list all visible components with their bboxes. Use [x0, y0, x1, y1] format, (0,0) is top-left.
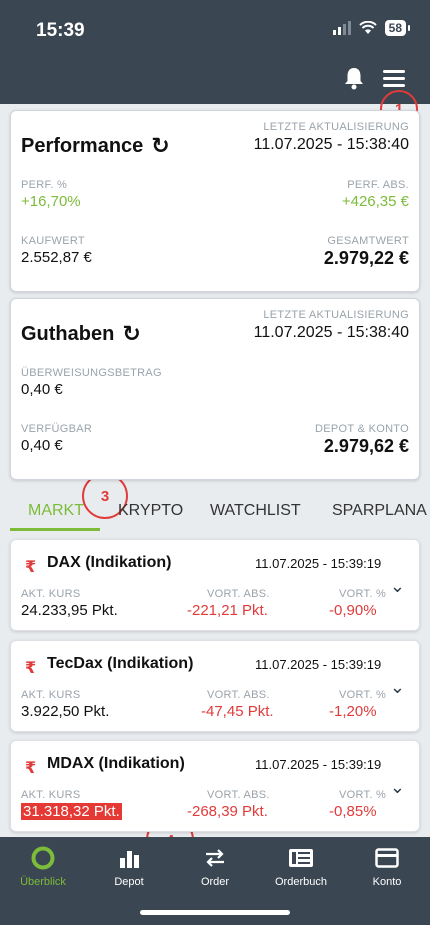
bar-chart-icon: [120, 851, 139, 868]
kurs-highlight: 31.318,32 Pkt.: [21, 803, 122, 820]
tab-markt[interactable]: MARKT: [28, 502, 84, 520]
performance-title: Performance: [21, 134, 144, 157]
kurs-value: 31.318,32 Pkt.: [21, 803, 122, 820]
index-card-tecdax[interactable]: ₹ TecDax (Indikation) 11.07.2025 - 15:39…: [10, 640, 420, 732]
perf-abs-value: +426,35 €: [341, 193, 409, 210]
vort-pct-value: -0,85%: [329, 803, 377, 820]
index-logo-icon: ₹: [25, 559, 37, 576]
tab-watchlist[interactable]: WATCHLIST: [210, 502, 301, 520]
bell-icon[interactable]: [340, 64, 368, 92]
index-card-mdax[interactable]: ₹ MDAX (Indikation) 11.07.2025 - 15:39:1…: [10, 740, 420, 832]
transfer-arrows-icon: [206, 849, 224, 867]
index-name: DAX (Indikation): [47, 554, 172, 571]
menu-icon[interactable]: [380, 64, 408, 92]
vort-abs-value: -47,45 Pkt.: [201, 703, 274, 720]
vort-abs-label: VORT. ABS.: [207, 588, 270, 600]
perf-abs-label: PERF. ABS.: [347, 179, 409, 191]
vort-abs-value: -221,21 Pkt.: [187, 602, 268, 619]
last-update-label: LETZTE AKTUALISIERUNG: [263, 309, 409, 321]
tabbar-label: Konto: [372, 876, 402, 888]
tabbar-item-depot[interactable]: Depot: [86, 845, 172, 888]
kaufwert-label: KAUFWERT: [21, 235, 85, 247]
refresh-icon[interactable]: ↻: [122, 321, 140, 347]
index-card-dax[interactable]: ₹ DAX (Indikation) 11.07.2025 - 15:39:19…: [10, 539, 420, 631]
guthaben-title: Guthaben: [21, 322, 115, 345]
battery-icon: 58: [384, 20, 411, 36]
tabbar-label: Orderbuch: [275, 876, 327, 888]
verfuegbar-value: 0,40 €: [21, 437, 63, 454]
card-icon: [375, 848, 399, 868]
chevron-down-icon[interactable]: ⌄: [390, 677, 405, 698]
depot-konto-label: DEPOT & KONTO: [315, 423, 409, 435]
performance-card[interactable]: Performance ↻ LETZTE AKTUALISIERUNG 11.0…: [10, 110, 420, 292]
signal-icon: [332, 21, 351, 35]
verfuegbar-label: VERFÜGBAR: [21, 423, 93, 435]
vort-pct-label: VORT. %: [339, 789, 387, 801]
depot-konto-value: 2.979,62 €: [323, 436, 409, 456]
tabbar-item-orderbuch[interactable]: Orderbuch: [258, 845, 344, 888]
vort-abs-label: VORT. ABS.: [207, 689, 270, 701]
kaufwert-value: 2.552,87 €: [21, 249, 92, 266]
last-update-label: LETZTE AKTUALISIERUNG: [263, 121, 409, 133]
vort-abs-value: -268,39 Pkt.: [187, 803, 268, 820]
home-indicator: [140, 910, 290, 915]
tabbar-item-konto[interactable]: Konto: [344, 845, 430, 888]
index-name: MDAX (Indikation): [47, 755, 185, 772]
tabbar-label: Depot: [114, 876, 144, 888]
perf-pct-value: +16,70%: [21, 193, 81, 210]
index-name: TecDax (Indikation): [47, 655, 194, 672]
ueberweisungsbetrag-value: 0,40 €: [21, 381, 63, 398]
app-header: 15:39 58: [0, 0, 430, 104]
last-update-value: 11.07.2025 - 15:38:40: [253, 324, 409, 341]
gesamtwert-value: 2.979,22 €: [323, 248, 409, 268]
book-icon: [289, 849, 313, 867]
kurs-label: AKT. KURS: [21, 588, 81, 600]
wifi-icon: [358, 21, 377, 34]
index-logo-icon: ₹: [25, 760, 37, 777]
kurs-value: 3.922,50 Pkt.: [21, 703, 110, 720]
vort-pct-value: -0,90%: [329, 602, 377, 619]
guthaben-title-row: Guthaben ↻: [21, 321, 141, 347]
kurs-label: AKT. KURS: [21, 689, 81, 701]
last-update-value: 11.07.2025 - 15:38:40: [253, 136, 409, 153]
kurs-value: 24.233,95 Pkt.: [21, 602, 118, 619]
tabbar-item-order[interactable]: Order: [172, 845, 258, 888]
chevron-down-icon[interactable]: ⌄: [390, 777, 405, 798]
tabbar-label: Order: [200, 876, 230, 888]
tab-krypto[interactable]: KRYPTO: [118, 502, 183, 520]
status-time: 15:39: [36, 20, 85, 41]
index-timestamp: 11.07.2025 - 15:39:19: [255, 757, 382, 772]
tabbar-label: Überblick: [20, 876, 66, 888]
chevron-down-icon[interactable]: ⌄: [390, 576, 405, 597]
kurs-label: AKT. KURS: [21, 789, 81, 801]
gesamtwert-label: GESAMTWERT: [327, 235, 409, 247]
active-tab-indicator: [10, 528, 100, 531]
index-logo-icon: ₹: [25, 660, 37, 677]
index-timestamp: 11.07.2025 - 15:39:19: [255, 657, 382, 672]
performance-title-row: Performance ↻: [21, 133, 170, 159]
vort-pct-label: VORT. %: [339, 689, 387, 701]
tab-sparplan[interactable]: SPARPLANA: [332, 502, 427, 520]
index-timestamp: 11.07.2025 - 15:39:19: [255, 556, 382, 571]
perf-pct-label: PERF. %: [21, 179, 68, 191]
status-icons: 58: [332, 20, 411, 36]
vort-pct-label: VORT. %: [339, 588, 387, 600]
overview-icon: [31, 846, 55, 870]
vort-abs-label: VORT. ABS.: [207, 789, 270, 801]
vort-pct-value: -1,20%: [329, 703, 377, 720]
ueberweisungsbetrag-label: ÜBERWEISUNGSBETRAG: [21, 367, 162, 379]
guthaben-card[interactable]: Guthaben ↻ LETZTE AKTUALISIERUNG 11.07.2…: [10, 298, 420, 480]
refresh-icon[interactable]: ↻: [151, 133, 169, 159]
tabbar-item-ueberblick[interactable]: Überblick: [0, 845, 86, 888]
market-tabs: MARKT KRYPTO WATCHLIST SPARPLANA: [0, 490, 430, 531]
